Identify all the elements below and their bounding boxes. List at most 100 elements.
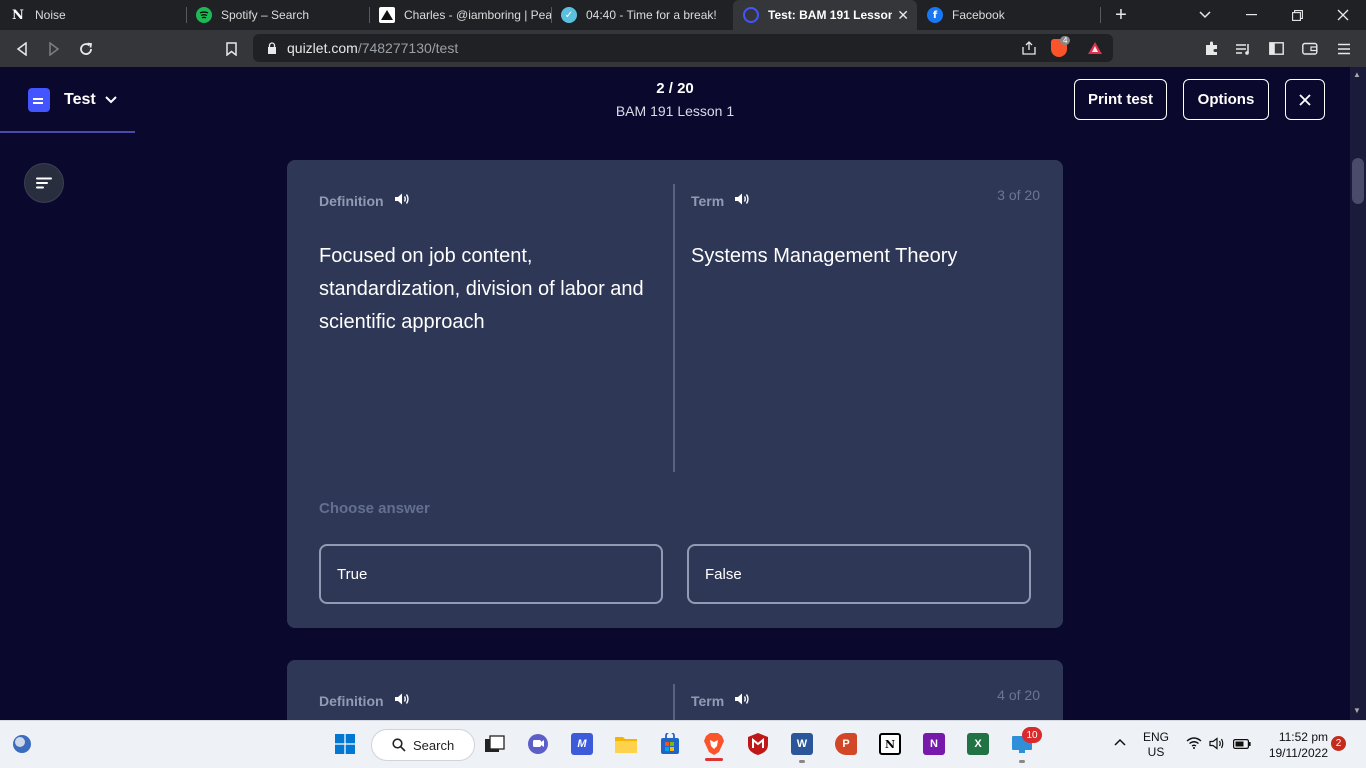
- weather-widget-icon[interactable]: [7, 729, 37, 759]
- term-text: Systems Management Theory: [691, 245, 958, 267]
- brave-rewards-icon[interactable]: [1087, 41, 1103, 55]
- notification-badge: 10: [1022, 727, 1042, 743]
- tab-label: Facebook: [952, 8, 1005, 22]
- tab-noise[interactable]: N Noise: [0, 0, 186, 30]
- scroll-down-arrow-icon[interactable]: ▼: [1353, 706, 1361, 715]
- keyboard-region: US: [1147, 745, 1165, 759]
- bookmark-icon[interactable]: [216, 30, 246, 67]
- list-icon: [36, 177, 52, 189]
- speaker-icon[interactable]: [394, 692, 410, 709]
- running-app-indicator: [1019, 760, 1025, 763]
- speaker-icon[interactable]: [734, 692, 750, 709]
- answer-true-button[interactable]: True: [319, 544, 663, 604]
- start-button[interactable]: [330, 729, 360, 759]
- mode-label: Test: [64, 91, 96, 108]
- microsoft-store-icon[interactable]: [655, 729, 685, 759]
- term-label-text: Term: [691, 192, 725, 209]
- notion-icon[interactable]: N: [875, 729, 905, 759]
- noise-icon: N: [10, 7, 26, 23]
- share-icon[interactable]: [1021, 41, 1037, 55]
- definition-label-text: Definition: [319, 692, 384, 709]
- onenote-icon[interactable]: N: [919, 729, 949, 759]
- term-label: Term: [691, 192, 750, 209]
- tab-label: 04:40 - Time for a break!: [586, 8, 717, 22]
- back-button[interactable]: [7, 30, 37, 67]
- sidebar-icon[interactable]: [1261, 30, 1291, 67]
- tab-quizlet-test[interactable]: Test: BAM 191 Lesson 1 ✕: [733, 0, 917, 30]
- speaker-icon[interactable]: [734, 192, 750, 209]
- quizlet-icon: [743, 7, 759, 23]
- file-explorer-icon[interactable]: [611, 729, 641, 759]
- options-button[interactable]: Options: [1183, 79, 1269, 120]
- brave-browser-icon[interactable]: [699, 729, 729, 759]
- close-window-button[interactable]: [1320, 0, 1366, 30]
- question-progress: 2 / 20: [656, 80, 694, 97]
- excel-icon[interactable]: X: [963, 729, 993, 759]
- notification-center-badge[interactable]: 2: [1331, 736, 1346, 751]
- mode-switcher[interactable]: Test: [28, 83, 117, 117]
- app-m-icon[interactable]: M: [567, 729, 597, 759]
- new-tab-button[interactable]: +: [1098, 0, 1144, 30]
- mode-underline: [0, 131, 135, 133]
- extensions-icon[interactable]: [1196, 30, 1226, 67]
- wifi-icon[interactable]: [1186, 737, 1202, 752]
- media-queue-icon[interactable]: [1228, 30, 1258, 67]
- tab-search-chevron-icon[interactable]: [1182, 0, 1228, 30]
- question-card: [287, 660, 1063, 720]
- teams-chat-icon[interactable]: [523, 729, 553, 759]
- running-app-indicator: [799, 760, 805, 763]
- brave-shield-icon[interactable]: 4: [1051, 36, 1071, 57]
- choose-answer-label: Choose answer: [319, 500, 430, 517]
- artstation-icon: [379, 7, 395, 23]
- lock-icon: [267, 42, 277, 54]
- tab-label: Spotify – Search: [221, 8, 310, 22]
- tab-facebook[interactable]: f Facebook: [917, 0, 1100, 30]
- taskbar-search-box[interactable]: Search: [371, 729, 475, 761]
- tab-label: Noise: [35, 8, 66, 22]
- question-counter: 3 of 20: [997, 187, 1040, 203]
- question-list-toggle[interactable]: [24, 163, 64, 203]
- tab-spotify[interactable]: Spotify – Search: [186, 0, 369, 30]
- tab-timer[interactable]: ✓ 04:40 - Time for a break!: [551, 0, 733, 30]
- scrollbar-thumb[interactable]: [1352, 158, 1364, 204]
- chevron-up-icon[interactable]: [1114, 735, 1126, 749]
- close-test-button[interactable]: [1285, 79, 1325, 120]
- mcafee-icon[interactable]: [743, 729, 773, 759]
- forward-button[interactable]: [39, 30, 69, 67]
- address-bar[interactable]: quizlet.com/748277130/test 4: [253, 34, 1113, 62]
- powerpoint-icon[interactable]: P: [831, 729, 861, 759]
- test-mode-icon: [28, 88, 50, 112]
- definition-label: Definition: [319, 692, 410, 709]
- card-divider: [673, 184, 675, 472]
- speaker-icon[interactable]: [394, 192, 410, 209]
- system-clock[interactable]: 11:52 pm 19/11/2022: [1262, 729, 1328, 761]
- scroll-up-arrow-icon[interactable]: ▲: [1353, 70, 1361, 79]
- battery-icon[interactable]: [1233, 738, 1251, 752]
- task-view-icon[interactable]: [480, 729, 510, 759]
- close-icon: [1299, 93, 1311, 106]
- close-tab-icon[interactable]: ✕: [897, 7, 909, 24]
- definition-label-text: Definition: [319, 192, 384, 209]
- print-test-button[interactable]: Print test: [1074, 79, 1167, 120]
- shield-count-badge: 4: [1060, 36, 1071, 45]
- tab-label: Test: BAM 191 Lesson 1: [768, 8, 892, 22]
- active-app-indicator: [705, 758, 723, 761]
- restore-button[interactable]: [1274, 0, 1320, 30]
- term-label-text: Term: [691, 692, 725, 709]
- answer-false-button[interactable]: False: [687, 544, 1031, 604]
- volume-icon[interactable]: [1209, 737, 1225, 753]
- chevron-down-icon: [105, 96, 117, 104]
- menu-icon[interactable]: [1329, 30, 1359, 67]
- spotify-icon: [196, 7, 212, 23]
- wallet-icon[interactable]: [1295, 30, 1325, 67]
- check-icon: ✓: [561, 7, 577, 23]
- clock-date: 19/11/2022: [1268, 746, 1328, 760]
- minimize-button[interactable]: [1228, 0, 1274, 30]
- card-divider: [673, 684, 675, 720]
- language-indicator[interactable]: ENG US: [1140, 730, 1172, 760]
- term-label: Term: [691, 692, 750, 709]
- tab-charles[interactable]: Charles - @iamboring | Pea: [369, 0, 551, 30]
- facebook-icon: f: [927, 7, 943, 23]
- reload-button[interactable]: [71, 30, 101, 67]
- word-icon[interactable]: W: [787, 729, 817, 759]
